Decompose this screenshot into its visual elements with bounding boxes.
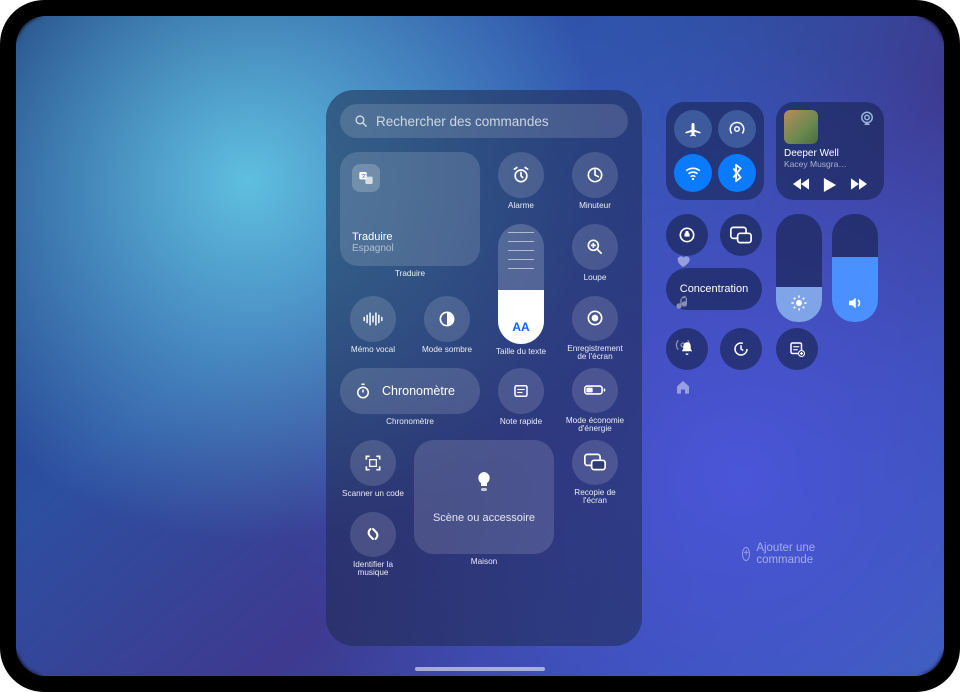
home-indicator[interactable] xyxy=(415,667,545,671)
alarm-button[interactable] xyxy=(498,152,544,198)
screen-mirroring-toggle[interactable] xyxy=(720,214,762,256)
translate-label: Traduire xyxy=(395,270,425,279)
magnifier-icon xyxy=(585,237,605,257)
home-scene-text: Scène ou accessoire xyxy=(433,512,535,524)
text-size-glyph: AA xyxy=(512,320,529,334)
translate-tile[interactable]: 文 Traduire Espagnol xyxy=(340,152,480,266)
shazam-icon xyxy=(363,524,383,544)
timer-shortcut[interactable] xyxy=(720,328,762,370)
connectivity-module[interactable] xyxy=(666,102,764,200)
translate-icon: 文 xyxy=(352,164,380,192)
controls-gallery-panel: Rechercher des commandes 文 xyxy=(326,90,642,646)
wifi-icon xyxy=(684,164,702,182)
shazam-label: Identifier la musique xyxy=(340,561,406,578)
screen-mirroring-label: Recopie de l'écran xyxy=(562,489,628,506)
airdrop-toggle[interactable] xyxy=(718,110,756,148)
search-placeholder: Rechercher des commandes xyxy=(376,114,549,129)
bluetooth-toggle[interactable] xyxy=(718,154,756,192)
play-icon[interactable] xyxy=(823,178,837,192)
rail-favorites-icon[interactable] xyxy=(674,252,692,270)
wifi-toggle[interactable] xyxy=(674,154,712,192)
text-size-label: Taille du texte xyxy=(496,348,546,357)
scan-code-button[interactable] xyxy=(350,440,396,486)
screen-mirroring-icon xyxy=(730,226,752,244)
stopwatch-inner-label: Chronomètre xyxy=(382,384,455,398)
search-icon xyxy=(354,114,368,128)
timer-icon xyxy=(585,165,605,185)
dark-mode-label: Mode sombre xyxy=(422,346,472,355)
stopwatch-tile[interactable]: Chronomètre xyxy=(340,368,480,414)
home-scene-tile[interactable]: Scène ou accessoire xyxy=(414,440,554,554)
volume-slider[interactable] xyxy=(832,214,878,322)
svg-text:文: 文 xyxy=(361,172,366,179)
low-power-label: Mode économie d'énergie xyxy=(562,417,628,434)
translate-title: Traduire xyxy=(352,231,394,243)
quick-note-icon xyxy=(512,382,530,400)
screen-recording-button[interactable] xyxy=(572,296,618,341)
dark-mode-button[interactable] xyxy=(424,296,470,342)
volume-icon xyxy=(846,294,864,312)
track-title: Deeper Well xyxy=(784,148,876,159)
battery-icon xyxy=(584,383,606,397)
now-playing-module[interactable]: Deeper Well Kacey Musgra… xyxy=(776,102,884,200)
plus-icon: + xyxy=(742,547,750,561)
timer-label: Minuteur xyxy=(579,202,611,211)
timer-button[interactable] xyxy=(572,152,618,198)
text-size-slider[interactable]: AA xyxy=(498,224,544,344)
rail-music-icon[interactable] xyxy=(674,294,692,312)
quick-note-button[interactable] xyxy=(498,368,544,414)
airplay-icon[interactable] xyxy=(858,110,876,128)
screen-recording-label: Enregistrement de l'écran xyxy=(562,345,628,362)
album-art xyxy=(784,110,818,144)
lightbulb-icon xyxy=(474,470,494,494)
alarm-icon xyxy=(511,165,531,185)
dark-mode-icon xyxy=(437,309,457,329)
magnifier-label: Loupe xyxy=(584,274,607,283)
qr-icon xyxy=(363,453,383,473)
add-command-label: Ajouter une commande xyxy=(756,542,819,566)
rotation-lock-icon xyxy=(677,225,697,245)
voice-memo-button[interactable] xyxy=(350,296,396,342)
screen-mirroring-button[interactable] xyxy=(572,440,618,485)
track-artist: Kacey Musgra… xyxy=(784,159,876,169)
brightness-slider[interactable] xyxy=(776,214,822,322)
add-command-button[interactable]: + Ajouter une commande xyxy=(742,542,819,566)
voice-memo-icon xyxy=(362,312,384,326)
ipad-screen: Rechercher des commandes 文 xyxy=(16,16,944,676)
quick-note-label: Note rapide xyxy=(500,418,542,427)
record-icon xyxy=(585,308,605,328)
brightness-icon xyxy=(790,294,808,312)
airplane-mode-toggle[interactable] xyxy=(674,110,712,148)
stopwatch-icon xyxy=(354,382,372,400)
rail-home-icon[interactable] xyxy=(674,378,692,396)
search-field[interactable]: Rechercher des commandes xyxy=(340,104,628,138)
voice-memo-label: Mémo vocal xyxy=(351,346,395,355)
low-power-button[interactable] xyxy=(572,368,618,413)
stopwatch-label: Chronomètre xyxy=(386,418,434,427)
quick-note-shortcut[interactable] xyxy=(776,328,818,370)
note-plus-icon xyxy=(788,340,806,358)
screen-mirroring-icon xyxy=(584,453,606,471)
home-label: Maison xyxy=(471,558,497,567)
page-rail xyxy=(672,252,694,396)
alarm-label: Alarme xyxy=(508,202,534,211)
timer-icon xyxy=(732,340,750,358)
airdrop-icon xyxy=(728,120,746,138)
orientation-lock-toggle[interactable] xyxy=(666,214,708,256)
scan-code-label: Scanner un code xyxy=(342,490,404,499)
translate-language: Espagnol xyxy=(352,243,394,254)
airplane-icon xyxy=(684,120,702,138)
rewind-icon[interactable] xyxy=(793,178,809,190)
forward-icon[interactable] xyxy=(851,178,867,190)
bluetooth-icon xyxy=(730,164,744,182)
magnifier-button[interactable] xyxy=(572,224,618,270)
rail-connectivity-icon[interactable] xyxy=(674,336,692,354)
shazam-button[interactable] xyxy=(350,512,396,557)
